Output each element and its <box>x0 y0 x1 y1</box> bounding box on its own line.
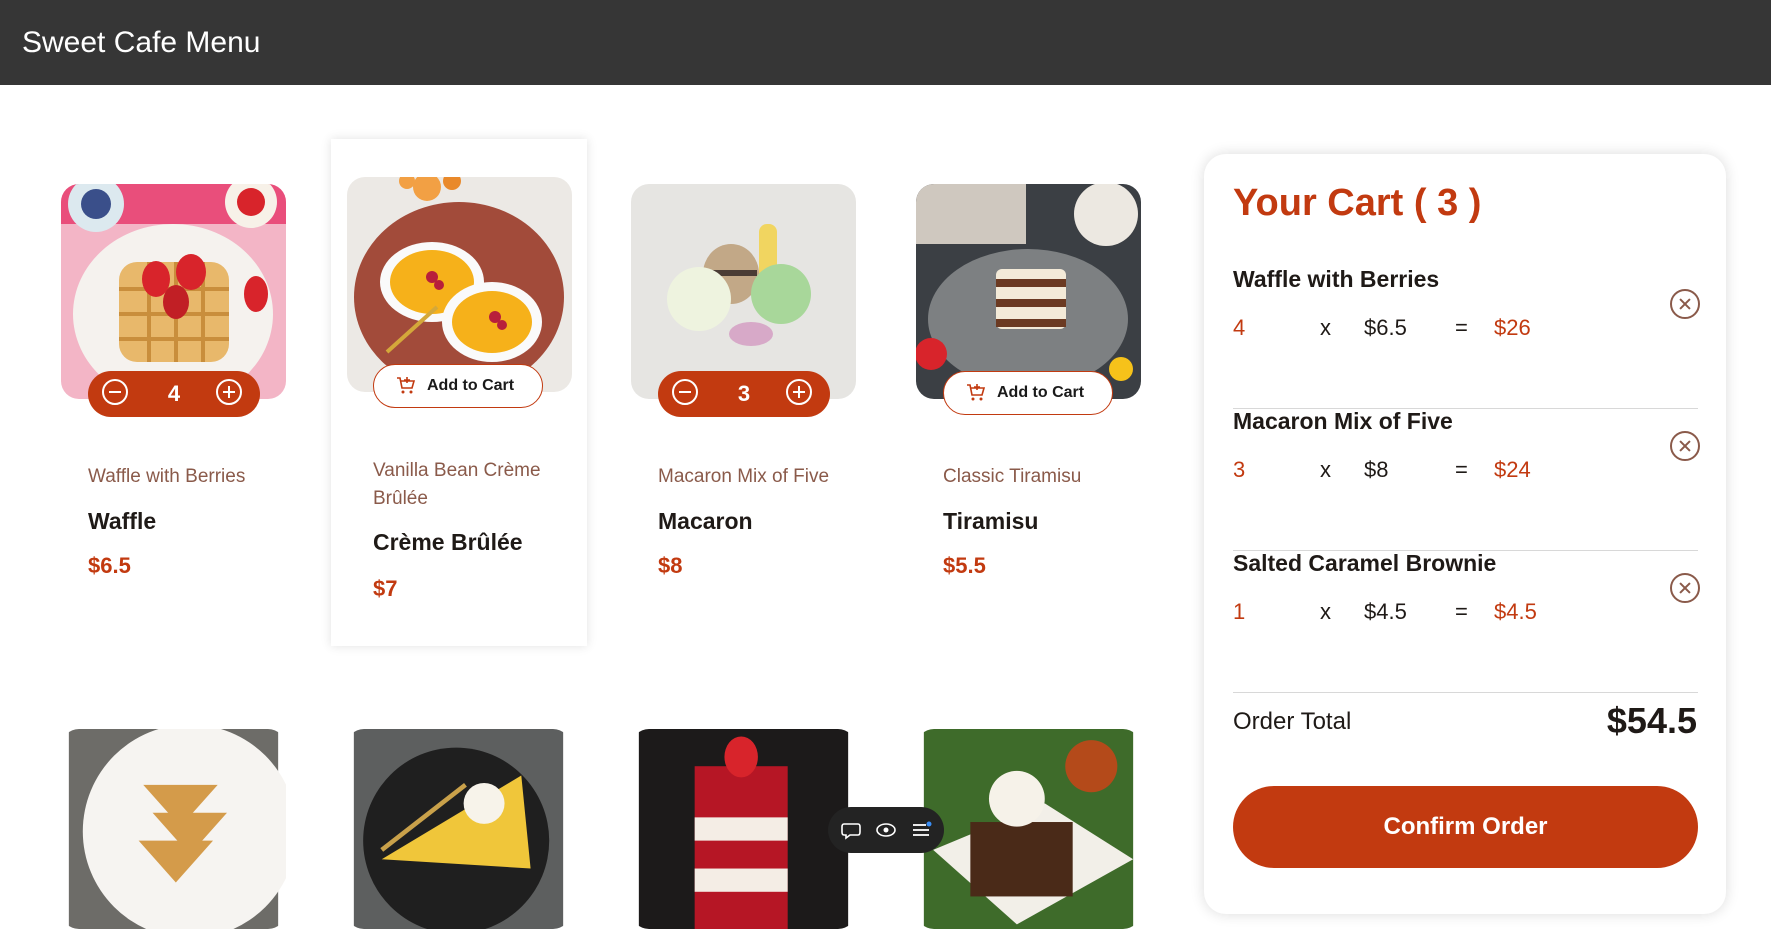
cart-add-icon <box>397 377 416 394</box>
cart-panel: Your Cart ( 3 ) Waffle with Berries 4 x … <box>1204 154 1726 914</box>
item-name: Tiramisu <box>943 508 1039 534</box>
item-category: Vanilla Bean Crème Brûlée <box>373 460 541 509</box>
brownie-photo <box>916 729 1141 929</box>
top-bar: Sweet Cafe Menu <box>0 0 1771 85</box>
cart-item-quantity: 4 <box>1233 315 1246 340</box>
cart-item: Macaron Mix of Five 3 x $8 = $24 <box>1233 408 1700 551</box>
list-icon[interactable] <box>910 819 932 841</box>
cart-item-equals: = <box>1455 457 1468 482</box>
cart-item-quantity: 1 <box>1233 599 1246 624</box>
creme-brulee-photo <box>347 177 572 392</box>
order-total-label: Order Total <box>1233 708 1352 735</box>
cart-item-name: Waffle with Berries <box>1233 266 1440 292</box>
cart-item-times: x <box>1320 315 1331 340</box>
remove-item-icon[interactable] <box>1670 573 1700 603</box>
cart-add-icon <box>967 384 986 401</box>
pie-slice-photo <box>346 729 571 929</box>
tiramisu-photo <box>916 184 1141 399</box>
order-total-value: $54.5 <box>1606 700 1697 741</box>
comment-icon[interactable] <box>840 819 862 841</box>
cart-item-name: Macaron Mix of Five <box>1233 408 1453 434</box>
add-to-cart-label: Add to Cart <box>427 377 515 394</box>
cart-item-line-total: $26 <box>1494 315 1531 340</box>
cart-item: Waffle with Berries 4 x $6.5 = $26 <box>1233 266 1700 409</box>
increase-quantity-button[interactable] <box>786 379 812 405</box>
remove-item-icon[interactable] <box>1670 431 1700 461</box>
item-name: Waffle <box>88 508 157 534</box>
add-to-cart-button[interactable]: Add to Cart <box>373 364 543 408</box>
cart-item-times: x <box>1320 599 1331 624</box>
item-name: Crème Brûlée <box>373 529 523 555</box>
item-price: $8 <box>658 553 683 578</box>
cart-item-name: Salted Caramel Brownie <box>1233 550 1497 576</box>
cart-item-unit-price: $4.5 <box>1364 599 1407 624</box>
cart-item-unit-price: $6.5 <box>1364 315 1407 340</box>
cart-item-quantity: 3 <box>1233 457 1246 482</box>
red-velvet-cake-photo <box>631 729 856 929</box>
eye-icon[interactable] <box>875 819 897 841</box>
cart-item: Salted Caramel Brownie 1 x $4.5 = $4.5 <box>1233 550 1700 693</box>
item-category: Macaron Mix of Five <box>658 466 830 487</box>
cart-item-line-total: $24 <box>1494 457 1531 482</box>
quantity-stepper[interactable]: 3 <box>658 371 830 417</box>
menu-card-macaron: 3 Macaron Mix of Five Macaron $8 <box>617 138 873 588</box>
menu-card-tiramisu: Add to Cart Classic Tiramisu Tiramisu $5… <box>902 138 1158 588</box>
confirm-order-button[interactable]: Confirm Order <box>1233 786 1698 868</box>
item-name: Macaron <box>658 508 753 534</box>
baklava-photo <box>61 729 286 929</box>
floating-toolbar <box>828 807 944 853</box>
quantity-stepper[interactable]: 4 <box>88 371 260 417</box>
item-category: Classic Tiramisu <box>943 466 1082 487</box>
cart-item-unit-price: $8 <box>1364 457 1389 482</box>
item-category: Waffle with Berries <box>88 466 246 487</box>
cart-item-line-total: $4.5 <box>1494 599 1537 624</box>
increase-quantity-button[interactable] <box>216 379 242 405</box>
add-to-cart-button[interactable]: Add to Cart <box>943 371 1113 415</box>
menu-card-creme-brulee: Add to Cart Vanilla Bean Crème Brûlée Cr… <box>331 139 587 646</box>
cart-item-equals: = <box>1455 599 1468 624</box>
item-price: $7 <box>373 576 398 601</box>
add-to-cart-label: Add to Cart <box>997 384 1085 401</box>
cart-title: Your Cart ( 3 ) <box>1233 182 1482 224</box>
page-title: Sweet Cafe Menu <box>22 26 261 59</box>
waffle-with-berries-photo <box>61 184 286 399</box>
macarons-photo <box>631 184 856 399</box>
item-price: $6.5 <box>88 553 131 578</box>
remove-item-icon[interactable] <box>1670 289 1700 319</box>
cart-item-times: x <box>1320 457 1331 482</box>
item-price: $5.5 <box>943 553 986 578</box>
menu-card-waffle: 4 Waffle with Berries Waffle $6.5 <box>47 138 303 588</box>
cart-item-equals: = <box>1455 315 1468 340</box>
